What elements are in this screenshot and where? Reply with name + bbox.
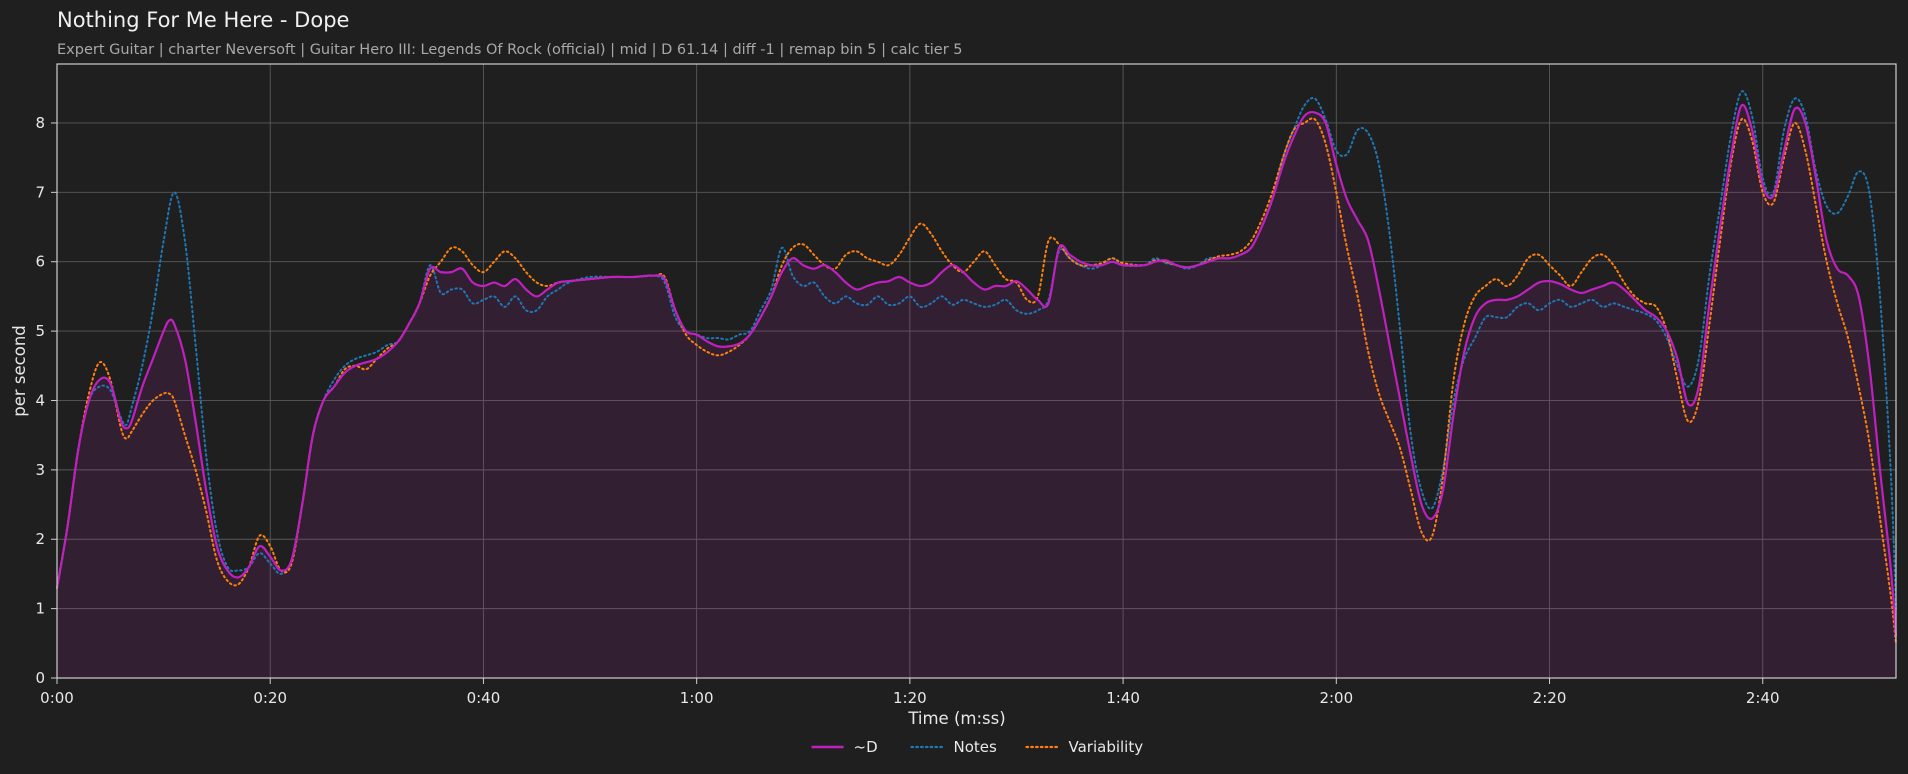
chart: Nothing For Me Here - Dope Expert Guitar… xyxy=(10,8,1898,756)
x-tick-label: 1:00 xyxy=(680,689,714,707)
y-tick-label: 7 xyxy=(35,183,45,201)
y-tick-label: 5 xyxy=(35,322,45,340)
y-tick-label: 3 xyxy=(35,461,45,479)
legend: ~D Notes Variability xyxy=(811,738,1144,756)
legend-label: Notes xyxy=(954,738,998,756)
x-tick-label: 0:20 xyxy=(253,689,287,707)
x-tick-label: 2:40 xyxy=(1746,689,1780,707)
x-tick-label: 2:00 xyxy=(1319,689,1353,707)
legend-label: Variability xyxy=(1069,738,1144,756)
legend-item: Variability xyxy=(1025,738,1144,756)
y-tick-label: 6 xyxy=(35,253,45,271)
series-area-fill xyxy=(57,104,1896,678)
y-axis-label: per second xyxy=(10,325,29,417)
y-tick-label: 4 xyxy=(35,391,45,409)
x-tick-label: 2:20 xyxy=(1533,689,1567,707)
chart-subtitle: Expert Guitar | charter Neversoft | Guit… xyxy=(57,42,963,58)
y-tick-label: 1 xyxy=(35,600,45,618)
x-tick-label: 0:40 xyxy=(467,689,501,707)
x-axis-label: Time (m:ss) xyxy=(907,709,1005,728)
y-axis: 0 1 2 3 4 5 6 7 8 xyxy=(35,114,57,687)
x-axis: 0:00 0:20 0:40 1:00 1:20 1:40 2:00 2:20 2:40 xyxy=(40,678,1780,707)
x-tick-label: 1:40 xyxy=(1106,689,1140,707)
x-tick-label: 1:20 xyxy=(893,689,927,707)
y-tick-label: 8 xyxy=(35,114,45,132)
legend-item: Notes xyxy=(910,738,998,756)
x-tick-label: 0:00 xyxy=(40,689,74,707)
y-tick-label: 0 xyxy=(35,669,45,687)
series-fill-layer xyxy=(57,104,1896,678)
chart-title: Nothing For Me Here - Dope xyxy=(57,8,349,32)
y-tick-label: 2 xyxy=(35,530,45,548)
legend-item: ~D xyxy=(811,738,878,756)
legend-label: ~D xyxy=(854,738,878,756)
